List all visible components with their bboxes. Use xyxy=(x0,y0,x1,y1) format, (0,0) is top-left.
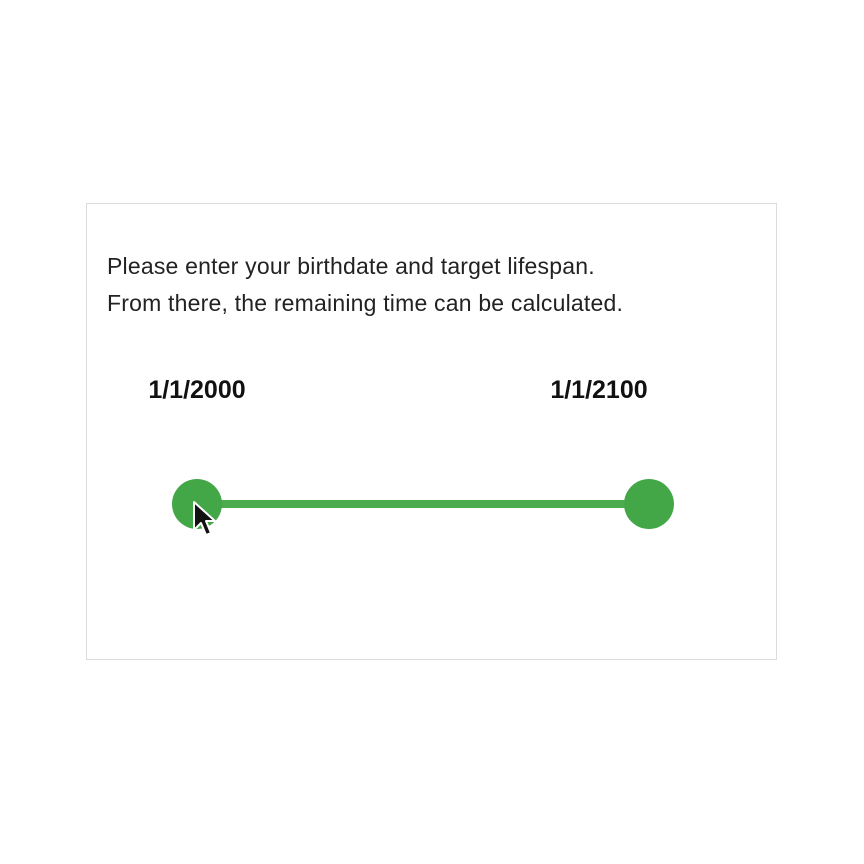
target-date-label: 1/1/2100 xyxy=(550,376,648,404)
instructions-text: Please enter your birthdate and target l… xyxy=(107,248,767,322)
range-track[interactable] xyxy=(197,500,649,508)
lifespan-card: Please enter your birthdate and target l… xyxy=(86,203,777,660)
birthdate-label: 1/1/2000 xyxy=(148,376,246,404)
birthdate-handle[interactable] xyxy=(172,479,222,529)
lifespan-end-handle[interactable] xyxy=(624,479,674,529)
instructions-line-2: From there, the remaining time can be ca… xyxy=(107,290,624,316)
instructions-line-1: Please enter your birthdate and target l… xyxy=(107,253,595,279)
